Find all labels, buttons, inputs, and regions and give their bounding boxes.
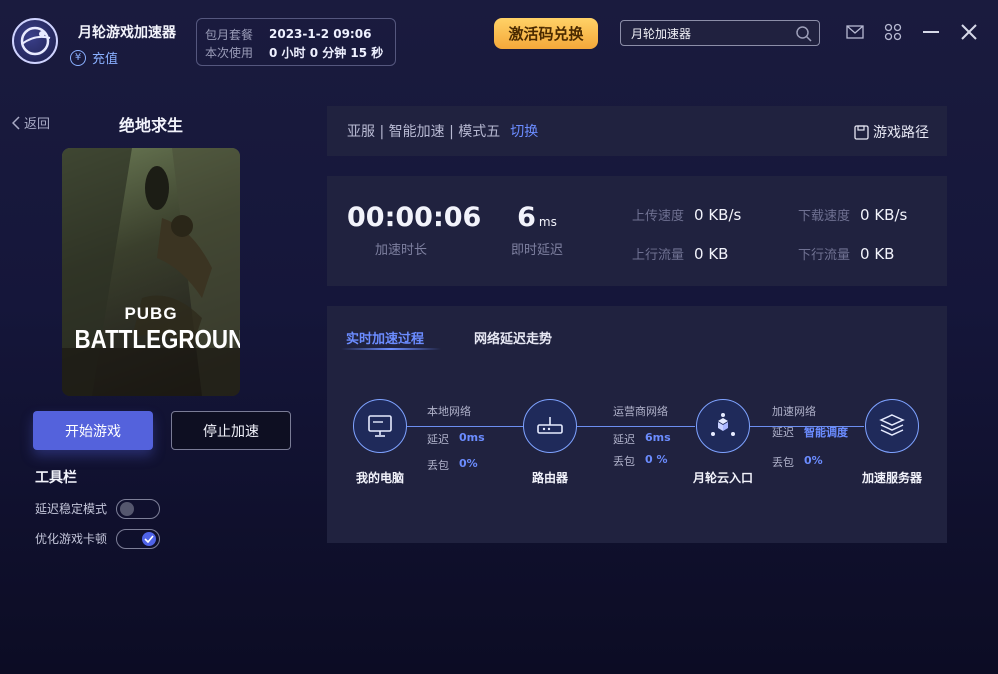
latency-stat: 6 ms 即时延迟 [497,202,577,258]
node-acceleration-server [865,399,919,453]
segment-latency: 智能调度 [804,426,848,439]
switch-route-link[interactable]: 切换 [510,121,538,141]
segment-latency-label: 延迟 [772,426,794,439]
download-traffic-value: 0 KB [860,244,895,263]
toggle-knob [120,502,134,516]
search-icon[interactable] [795,25,813,43]
recharge-link[interactable]: ¥ 充值 [70,48,118,67]
optimize-stutter-toggle[interactable] [116,529,160,549]
segment-carrier-network: 运营商网络 延迟 6ms 丢包 0 % [613,403,671,469]
node-my-computer [353,399,407,453]
segment-latency-label: 延迟 [427,433,449,446]
node-label-cloud-entry: 月轮云入口 [692,471,753,485]
latency-label: 即时延迟 [510,243,563,258]
stop-accelerate-button[interactable]: 停止加速 [171,411,291,450]
back-button[interactable]: 返回 [12,113,50,132]
apps-icon[interactable] [881,20,905,44]
game-title: 绝地求生 [119,116,184,135]
segment-loss-label: 丢包 [427,459,449,472]
plan-label: 包月套餐 [205,27,254,42]
close-icon[interactable] [957,20,981,44]
upload-traffic-label: 上行流量 [632,248,685,263]
mail-icon[interactable] [843,20,867,44]
check-icon [144,535,154,543]
usage-value: 0 小时 0 分钟 15 秒 [269,45,384,60]
segment-latency: 0ms [459,431,485,444]
start-game-button[interactable]: 开始游戏 [33,411,153,450]
segment-loss: 0% [459,457,478,470]
save-icon [854,124,869,140]
cloud-node-icon [711,413,735,436]
upload-speed-stat: 上传速度 0 KB/s [632,205,742,225]
monitor-icon [368,415,392,437]
duration-value: 00:00:06 [347,202,482,233]
segment-title: 本地网络 [427,405,471,418]
plan-info-box: 包月套餐 2023-1-2 09:06 本次使用 0 小时 0 分钟 15 秒 [196,18,396,66]
toolbar-title: 工具栏 [35,470,77,486]
search-input[interactable] [631,26,791,40]
node-label-acceleration-server: 加速服务器 [861,471,922,485]
segment-loss: 0% [804,454,823,467]
game-path-button[interactable]: 游戏路径 [854,122,929,142]
latency-stable-mode-toggle[interactable] [116,499,160,519]
segment-latency-label: 延迟 [613,433,635,446]
download-speed-label: 下载速度 [798,209,851,224]
network-panel: 实时加速过程 网络延迟走势 我的电脑 路由器 月轮云入口 加速服务器 本地网络 … [327,306,947,543]
download-traffic-stat: 下行流量 0 KB [798,244,895,264]
chevron-left-icon [12,115,20,130]
node-label-my-computer: 我的电脑 [355,471,404,485]
segment-loss-label: 丢包 [613,455,635,468]
cover-title-battlegrounds: BATTLEGROUNDS [74,324,240,354]
toggle-knob [142,532,156,546]
upload-speed-label: 上传速度 [632,209,685,224]
latency-unit: ms [538,215,557,229]
upload-traffic-value: 0 KB [694,244,729,263]
search-box[interactable] [620,20,820,46]
segment-title: 加速网络 [772,405,816,418]
download-speed-stat: 下载速度 0 KB/s [798,205,908,225]
segment-loss: 0 % [645,453,668,466]
app-logo [12,18,58,64]
upload-speed-value: 0 KB/s [694,205,742,224]
app-title: 月轮游戏加速器 [78,25,176,41]
latency-value: 6 [517,202,536,233]
segment-loss-label: 丢包 [772,456,794,469]
recharge-label: 充值 [92,52,119,67]
segment-local-network: 本地网络 延迟 0ms 丢包 0% [427,403,485,473]
cover-title-pubg: PUBG [124,304,178,323]
node-cloud-entry [696,399,750,453]
node-label-router: 路由器 [531,471,568,485]
tab-latency-trend[interactable]: 网络延迟走势 [474,328,552,347]
node-router [523,399,577,453]
game-cover-image: PUBG BATTLEGROUNDS [62,148,240,396]
segment-title: 运营商网络 [613,405,668,418]
router-icon [537,417,563,434]
logo-icon [20,26,51,56]
latency-stable-mode-label: 延迟稳定模式 [35,502,108,516]
duration-stat: 00:00:06 加速时长 [347,202,482,258]
active-tab-indicator [341,348,441,350]
segment-latency: 6ms [645,431,671,444]
usage-label: 本次使用 [205,45,254,60]
plan-value: 2023-1-2 09:06 [269,27,372,41]
segment-acceleration-network: 加速网络 延迟 智能调度 丢包 0% [772,403,848,470]
route-summary: 亚服 | 智能加速 | 模式五 [347,124,501,140]
download-traffic-label: 下行流量 [798,248,851,263]
minimize-icon[interactable] [919,20,943,44]
route-bar: 亚服 | 智能加速 | 模式五 切换 游戏路径 [327,106,947,156]
optimize-stutter-label: 优化游戏卡顿 [35,532,108,546]
redeem-code-button[interactable]: 激活码兑换 [494,18,598,49]
server-icon [879,414,905,436]
download-speed-value: 0 KB/s [860,205,908,224]
stats-panel: 00:00:06 加速时长 6 ms 即时延迟 上传速度 0 KB/s 下载速度 … [327,176,947,286]
back-label: 返回 [24,117,51,132]
tab-realtime-process[interactable]: 实时加速过程 [346,328,424,347]
duration-label: 加速时长 [374,243,427,258]
game-path-label: 游戏路径 [873,125,929,141]
yuan-icon: ¥ [70,49,86,66]
upload-traffic-stat: 上行流量 0 KB [632,244,729,264]
